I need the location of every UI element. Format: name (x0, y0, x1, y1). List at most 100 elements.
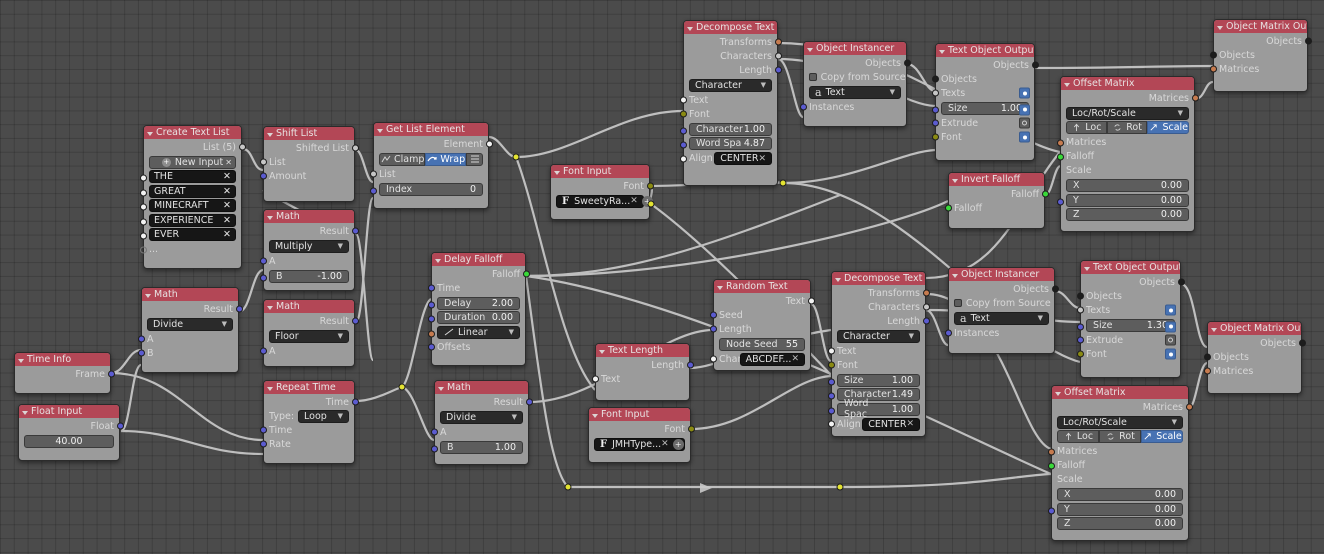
list-item[interactable]: EXPERIENCE ✕ (149, 213, 236, 227)
node-header-math-divide-mid[interactable]: Math (435, 381, 528, 394)
dropdown[interactable]: Floor ▼ (269, 329, 349, 343)
node-header-decompose-text-top[interactable]: Decompose Text (684, 21, 777, 34)
node-header-random-text[interactable]: Random Text (714, 280, 810, 293)
socket-dark[interactable] (1076, 292, 1084, 300)
socket-dark[interactable] (903, 59, 911, 67)
new-input-button[interactable]: + New Input ✕ (149, 155, 236, 169)
socket-blue[interactable] (259, 347, 267, 355)
collapse-triangle-icon[interactable] (267, 386, 273, 391)
collapse-triangle-icon[interactable] (687, 26, 693, 31)
socket-grey[interactable] (922, 303, 930, 311)
remove-icon[interactable]: ✕ (223, 229, 231, 240)
node-object-matrix-output-top[interactable]: Object Matrix OutpObjectsObjectsMatrices (1209, 19, 1312, 92)
reroute-node[interactable] (836, 483, 844, 491)
checkbox-icon[interactable] (809, 73, 817, 81)
socket-dark[interactable] (1051, 285, 1059, 293)
socket-dark[interactable] (1209, 51, 1217, 59)
socket-blue[interactable] (774, 66, 782, 74)
numfield-value[interactable]: 40.00 (24, 434, 114, 448)
numfield-Word Spa[interactable]: Word Spa 4.87 (689, 137, 772, 150)
interpolation-dropdown[interactable]: Linear ▼ (437, 325, 520, 339)
node-math-divide-mid[interactable]: Math Result Divide ▼ A B 1.00 (430, 380, 533, 465)
object-type-dropdown[interactable]: a Text ▼ (954, 311, 1049, 325)
list-more-row[interactable]: ... (139, 243, 241, 257)
reroute-node[interactable] (564, 483, 572, 491)
socket-dark[interactable] (1031, 61, 1039, 69)
segmented-control[interactable]: Loc Rot Scale (1066, 121, 1189, 134)
object-type-dropdown[interactable]: a Text ▼ (809, 85, 901, 99)
node-header-text-length[interactable]: Text Length (596, 344, 689, 357)
vector-Y[interactable]: Y 0.00 (1057, 502, 1183, 516)
node-header-get-list-element[interactable]: Get List Element (374, 123, 488, 136)
node-repeat-time[interactable]: Repeat Time Time Type: Loop ▼ Time Rate (259, 380, 359, 464)
socket-blue[interactable] (1076, 336, 1084, 344)
node-header-decompose-text-bottom[interactable]: Decompose Text (832, 272, 925, 285)
dropdown[interactable]: Divide ▼ (440, 410, 523, 424)
socket-white[interactable] (139, 232, 147, 240)
socket-dark[interactable] (1203, 353, 1211, 361)
collapse-triangle-icon[interactable] (1055, 391, 1061, 396)
segment-Loc[interactable]: Loc (1066, 121, 1107, 134)
segment-Scale[interactable]: Scale (1141, 430, 1183, 443)
socket-grey[interactable] (774, 52, 782, 60)
collapse-triangle-icon[interactable] (435, 258, 441, 263)
dropdown[interactable]: Divide ▼ (147, 317, 233, 331)
socket-blue[interactable] (259, 172, 267, 180)
node-create-text-list[interactable]: Create Text List List (5) + New Input ✕ THE ✕ G… (139, 125, 246, 269)
clear-icon[interactable]: ✕ (758, 154, 766, 164)
socket-olive[interactable] (679, 110, 687, 118)
collapse-triangle-icon[interactable] (267, 215, 273, 220)
collapse-triangle-icon[interactable] (807, 47, 813, 52)
checkbox-icon[interactable] (954, 299, 962, 307)
segment-Wrap[interactable]: Wrap (425, 152, 467, 166)
node-time-info[interactable]: Time Info Frame (14, 352, 115, 394)
socket-blue[interactable] (944, 329, 952, 337)
visibility-toggle[interactable] (1019, 87, 1030, 99)
node-offset-matrix-top[interactable]: Offset Matrix Matrices Loc/Rot/Scale ▼ Loc Ro… (1056, 76, 1199, 232)
socket-white[interactable] (139, 189, 147, 196)
type-row[interactable]: Type: Loop ▼ (264, 409, 354, 423)
node-header-text-object-output-top[interactable]: Text Object Output (936, 44, 1034, 57)
socket-blue[interactable] (427, 301, 435, 308)
numfield-Size[interactable]: Size 1.00 (941, 101, 1029, 115)
numfield-Node Seed[interactable]: Node Seed 55 (719, 337, 805, 351)
socket-blue[interactable] (351, 227, 359, 235)
socket-blue[interactable] (1056, 198, 1064, 206)
socket-blue[interactable] (1047, 507, 1055, 515)
dropdown[interactable]: Loc/Rot/Scale ▼ (1057, 415, 1183, 429)
collapse-triangle-icon[interactable] (1064, 82, 1070, 87)
socket-white[interactable] (709, 355, 717, 363)
socket-blue[interactable] (827, 378, 835, 385)
socket-grey[interactable] (238, 143, 246, 151)
socket-blue[interactable] (427, 284, 435, 292)
node-invert-falloff-top[interactable]: Invert Falloff Falloff Falloff (944, 172, 1049, 229)
numfield-B[interactable]: B 1.00 (440, 440, 523, 454)
node-random-text[interactable]: Random Text Text Seed Length Node Seed 55 Char… (709, 279, 815, 371)
visibility-toggle[interactable] (1019, 131, 1030, 143)
socket-orange[interactable] (1056, 139, 1064, 146)
socket-blue[interactable] (1076, 323, 1084, 330)
font-field[interactable]: FSweetyRa...✕+ (556, 194, 653, 208)
collapse-triangle-icon[interactable] (438, 386, 444, 391)
numfield-Word Spac[interactable]: Word Spac 1.00 (837, 398, 920, 420)
node-math-floor[interactable]: Math Result Floor ▼ A (259, 299, 359, 367)
socket-blue[interactable] (709, 311, 717, 319)
segment-Rot[interactable]: Rot (1106, 121, 1148, 134)
dropdown[interactable]: Character ▼ (689, 78, 772, 92)
socket-olive[interactable] (827, 361, 835, 369)
node-text-object-output-bottom[interactable]: Text Object Output Objects Objects Texts Siz… (1076, 260, 1185, 378)
socket-blue[interactable] (116, 422, 124, 430)
collapse-triangle-icon[interactable] (145, 293, 151, 298)
collapse-triangle-icon[interactable] (1084, 266, 1090, 271)
socket-green[interactable] (522, 270, 530, 278)
socket-blue[interactable] (430, 445, 438, 452)
characters-row[interactable]: Chara ABCDEF... ✕ (709, 352, 810, 366)
socket-white[interactable] (827, 420, 835, 428)
socket-white[interactable] (591, 375, 599, 383)
socket-white[interactable] (139, 174, 147, 182)
add-font-icon[interactable]: + (672, 438, 684, 450)
socket-blue[interactable] (259, 257, 267, 265)
socket-blue[interactable] (799, 103, 807, 111)
numfield-Delay[interactable]: Delay 2.00 (437, 296, 520, 310)
collapse-triangle-icon[interactable] (267, 305, 273, 310)
